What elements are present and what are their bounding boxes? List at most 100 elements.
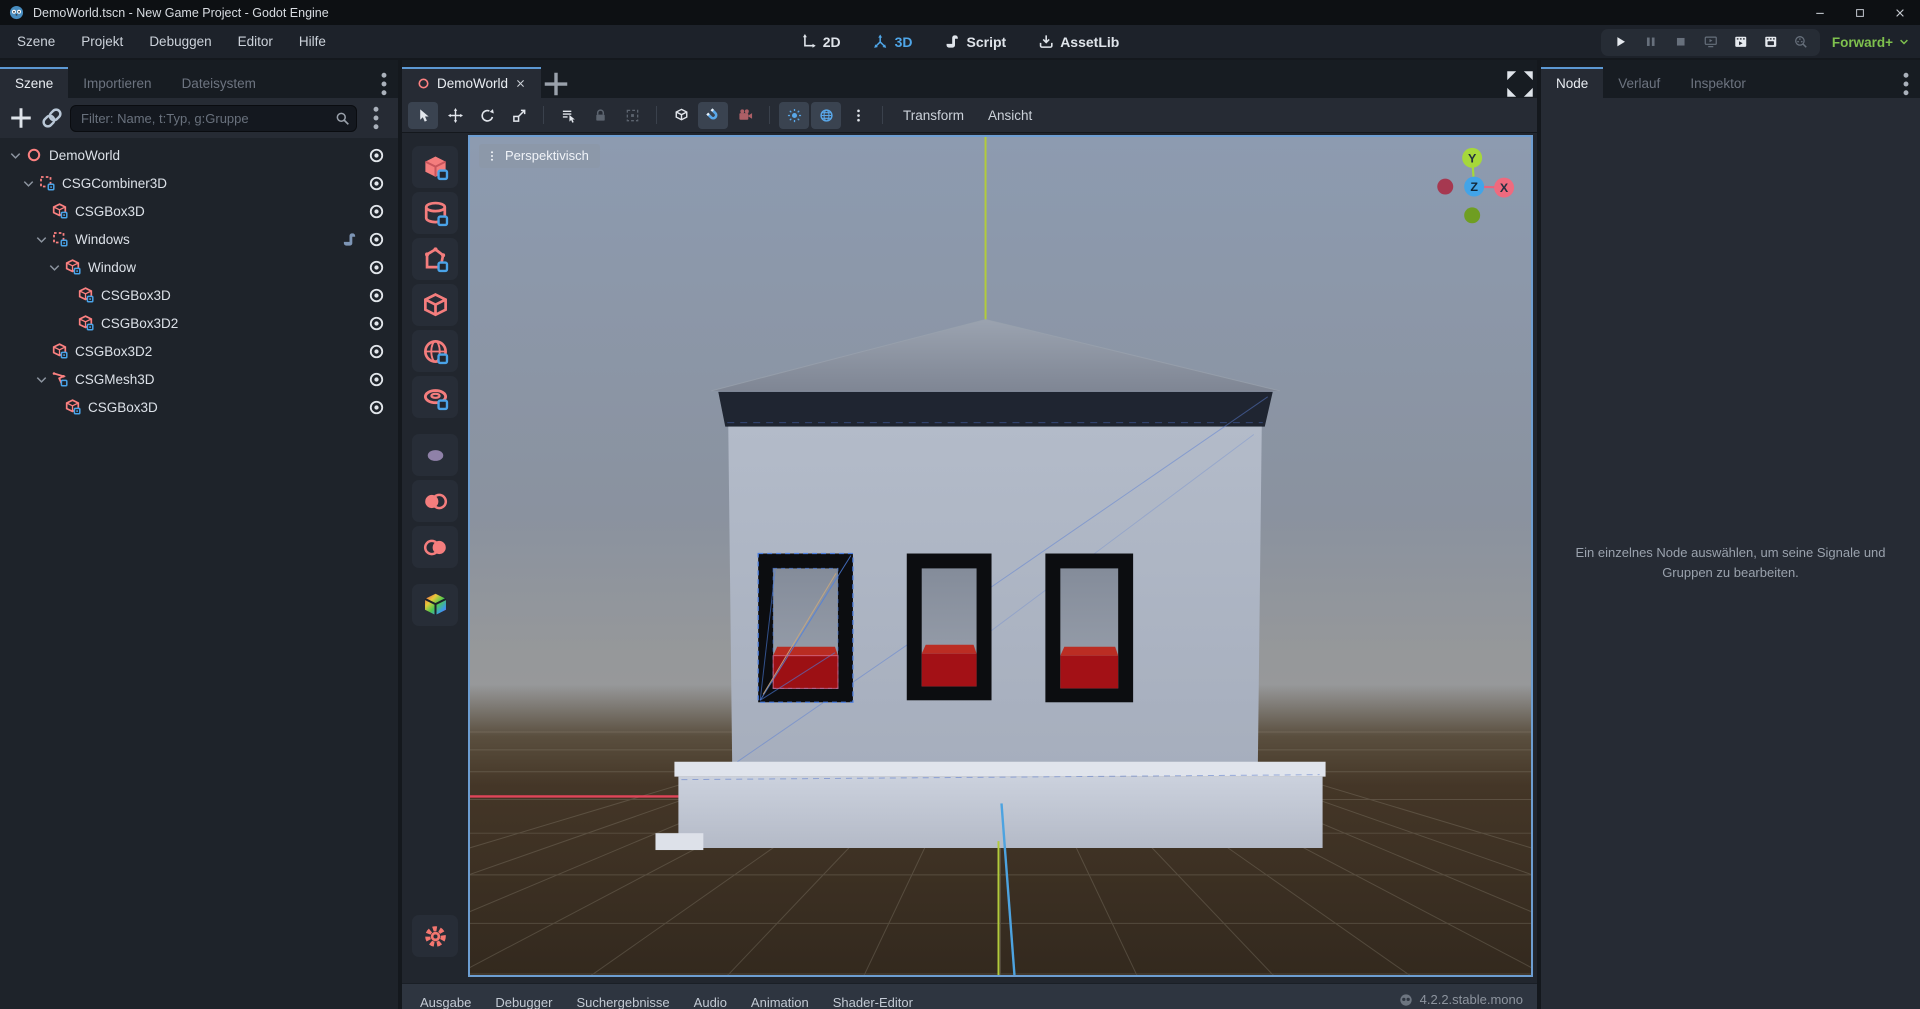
3d-scene[interactable]: Y X Z	[470, 137, 1531, 975]
gizmo-neg-y[interactable]	[1464, 207, 1480, 223]
stop-button[interactable]	[1667, 31, 1694, 54]
house-base-step[interactable]	[655, 833, 703, 850]
visibility-toggle[interactable]	[368, 203, 385, 220]
visibility-toggle[interactable]	[368, 287, 385, 304]
chevron-down-icon[interactable]	[21, 176, 36, 191]
chevron-down-icon[interactable]	[47, 260, 62, 275]
preview-environment-button[interactable]	[811, 102, 841, 129]
bottom-panel-debugger[interactable]: Debugger	[483, 995, 564, 1009]
visibility-toggle[interactable]	[368, 259, 385, 276]
new-scene-tab-button[interactable]	[541, 69, 571, 98]
visibility-toggle[interactable]	[368, 343, 385, 360]
bottom-panel-ausgabe[interactable]: Ausgabe	[408, 995, 483, 1009]
csg-settings-button[interactable]	[412, 915, 458, 957]
tree-node-windows[interactable]: Windows	[0, 225, 398, 253]
play-button[interactable]	[1607, 31, 1634, 54]
bottom-panel-audio[interactable]: Audio	[682, 995, 739, 1009]
play-scene-button[interactable]	[1727, 31, 1754, 54]
add-csg-sphere-button[interactable]	[412, 330, 458, 372]
minimize-button[interactable]	[1800, 0, 1840, 25]
visibility-toggle[interactable]	[368, 399, 385, 416]
use-local-space-button[interactable]	[666, 102, 696, 129]
move-tool-button[interactable]	[440, 102, 470, 129]
tree-node-csgbox3d[interactable]: CSGBox3D	[0, 393, 398, 421]
house-base-lip[interactable]	[674, 762, 1325, 777]
group-selected-button[interactable]	[617, 102, 647, 129]
tree-node-csgbox3d[interactable]: CSGBox3D	[0, 197, 398, 225]
house-model[interactable]	[655, 319, 1325, 850]
gizmo-neg-x[interactable]	[1437, 179, 1453, 195]
node-dock-tab-verlauf[interactable]: Verlauf	[1603, 67, 1675, 98]
scene-dock-tab-importieren[interactable]: Importieren	[68, 67, 166, 98]
view-menu-button[interactable]: Perspektivisch	[479, 144, 600, 168]
select-tool-button[interactable]	[408, 102, 438, 129]
house-cornice[interactable]	[718, 392, 1272, 427]
visibility-toggle[interactable]	[368, 315, 385, 332]
mode-button-script[interactable]: Script	[945, 34, 1007, 50]
scene-tree-more-button[interactable]	[362, 104, 390, 133]
rotate-tool-button[interactable]	[472, 102, 502, 129]
bottom-panel-animation[interactable]: Animation	[739, 995, 821, 1009]
csg-operation-intersection-button[interactable]	[412, 526, 458, 568]
chevron-down-icon[interactable]	[8, 148, 23, 163]
view-options-button[interactable]	[843, 102, 873, 129]
add-csg-box-button[interactable]	[412, 146, 458, 188]
maximize-button[interactable]	[1840, 0, 1880, 25]
csg-operation-union-button[interactable]	[412, 480, 458, 522]
menu-projekt[interactable]: Projekt	[68, 25, 136, 58]
add-blob-button[interactable]	[412, 434, 458, 476]
tree-node-csgcombiner3d[interactable]: CSGCombiner3D	[0, 169, 398, 197]
bottom-panel-suchergebnisse[interactable]: Suchergebnisse	[564, 995, 681, 1009]
scene-dock-tab-szene[interactable]: Szene	[0, 67, 68, 98]
house-base[interactable]	[678, 777, 1322, 848]
tree-node-window[interactable]: Window	[0, 253, 398, 281]
add-csg-cylinder-button[interactable]	[412, 192, 458, 234]
movie-maker-button[interactable]	[1787, 31, 1814, 54]
bottom-panel-shader-editor[interactable]: Shader-Editor	[821, 995, 925, 1009]
scene-dock-tab-dateisystem[interactable]: Dateisystem	[167, 67, 271, 98]
filter-input[interactable]	[70, 105, 357, 132]
visibility-toggle[interactable]	[368, 175, 385, 192]
instance-scene-button[interactable]	[39, 105, 65, 131]
visibility-toggle[interactable]	[368, 147, 385, 164]
window-3[interactable]	[1045, 554, 1133, 703]
play-custom-scene-button[interactable]	[1757, 31, 1784, 54]
menu-hilfe[interactable]: Hilfe	[286, 25, 339, 58]
scene-tab-demoworld[interactable]: DemoWorld	[402, 67, 541, 98]
tree-node-demoworld[interactable]: DemoWorld	[0, 141, 398, 169]
3d-viewport[interactable]: Y X Z Perspektivisch	[468, 135, 1533, 977]
scene-dock-tabs-more-button[interactable]	[370, 69, 398, 98]
add-csg-mesh-button[interactable]	[412, 284, 458, 326]
use-snap-button[interactable]	[698, 102, 728, 129]
script-attached-icon[interactable]	[342, 232, 357, 247]
scale-tool-button[interactable]	[504, 102, 534, 129]
node-dock-tab-node[interactable]: Node	[1541, 67, 1603, 98]
window-1[interactable]	[758, 554, 853, 703]
renderer-dropdown[interactable]: Forward+	[1832, 35, 1910, 50]
distraction-free-button[interactable]	[1503, 69, 1537, 98]
close-icon[interactable]	[515, 78, 526, 89]
pause-button[interactable]	[1637, 31, 1664, 54]
play-remote-button[interactable]	[1697, 31, 1724, 54]
chevron-down-icon[interactable]	[34, 232, 49, 247]
mode-button-assetlib[interactable]: AssetLib	[1038, 34, 1119, 50]
preview-sun-button[interactable]	[779, 102, 809, 129]
add-csg-torus-button[interactable]	[412, 376, 458, 418]
selection-list-button[interactable]	[553, 102, 583, 129]
chevron-down-icon[interactable]	[34, 372, 49, 387]
tree-node-csgbox3d[interactable]: CSGBox3D	[0, 281, 398, 309]
mode-button-2d[interactable]: 2D	[801, 34, 841, 50]
visibility-toggle[interactable]	[368, 371, 385, 388]
menu-szene[interactable]: Szene	[4, 25, 68, 58]
camera-preview-button[interactable]	[730, 102, 760, 129]
lock-selected-button[interactable]	[585, 102, 615, 129]
tree-node-csgmesh3d[interactable]: CSGMesh3D	[0, 365, 398, 393]
tree-node-csgbox3d2[interactable]: CSGBox3D2	[0, 337, 398, 365]
node-dock-tab-inspektor[interactable]: Inspektor	[1675, 67, 1761, 98]
menu-debuggen[interactable]: Debuggen	[136, 25, 224, 58]
menu-editor[interactable]: Editor	[225, 25, 286, 58]
node-dock-tabs-more-button[interactable]	[1892, 69, 1920, 98]
add-csg-polygon-button[interactable]	[412, 238, 458, 280]
close-button[interactable]	[1880, 0, 1920, 25]
ansicht-menu[interactable]: Ansicht	[977, 108, 1043, 123]
